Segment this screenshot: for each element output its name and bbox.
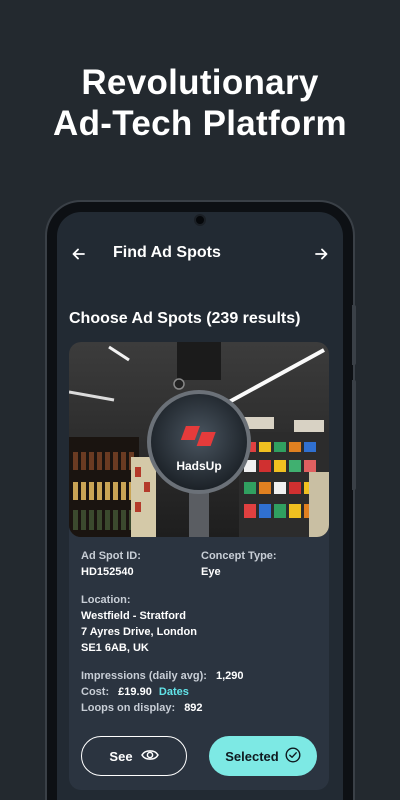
loops-label: Loops on display: bbox=[81, 702, 176, 714]
cost-value: £19.90 bbox=[118, 686, 152, 698]
arrow-right-icon[interactable] bbox=[307, 240, 335, 268]
location-label: Location: bbox=[81, 594, 131, 606]
selected-button-label: Selected bbox=[225, 748, 279, 764]
promo-headline-line1: Revolutionary bbox=[81, 63, 319, 102]
page-title: Find Ad Spots bbox=[113, 244, 221, 261]
promo-headline: Revolutionary Ad-Tech Platform bbox=[0, 62, 400, 144]
see-button[interactable]: See bbox=[81, 736, 187, 776]
front-camera bbox=[194, 214, 206, 226]
stats-block: Impressions (daily avg): 1,290 Cost: £19… bbox=[81, 668, 244, 716]
impressions-value: 1,290 bbox=[216, 670, 244, 682]
location-line3: SE1 6AB, UK bbox=[81, 642, 149, 654]
ad-spot-photo[interactable]: HadsUp bbox=[69, 342, 329, 537]
see-button-label: See bbox=[109, 748, 133, 764]
app-bar: Find Ad Spots bbox=[57, 238, 343, 270]
concept-type-block: Concept Type: Eye bbox=[201, 548, 277, 580]
location-line1: Westfield - Stratford bbox=[81, 610, 186, 622]
arrow-left-icon[interactable] bbox=[65, 240, 93, 268]
ad-spot-id-value: HD152540 bbox=[81, 566, 134, 578]
dates-link[interactable]: Dates bbox=[159, 686, 189, 698]
ad-spot-id-label: Ad Spot ID: bbox=[81, 550, 141, 562]
impressions-label: Impressions (daily avg): bbox=[81, 670, 207, 682]
cost-label: Cost: bbox=[81, 686, 110, 698]
selected-button[interactable]: Selected bbox=[209, 736, 317, 776]
eye-icon bbox=[140, 748, 159, 765]
ad-spot-id-block: Ad Spot ID: HD152540 bbox=[81, 548, 141, 580]
concept-type-label: Concept Type: bbox=[201, 550, 277, 562]
hadsup-logo-text: HadsUp bbox=[176, 459, 221, 473]
location-line2: 7 Ayres Drive, London bbox=[81, 626, 197, 638]
check-circle-icon bbox=[285, 746, 301, 766]
concept-type-value: Eye bbox=[201, 566, 221, 578]
phone-power-button bbox=[352, 380, 356, 490]
phone-volume-button bbox=[352, 305, 356, 365]
promo-headline-line2: Ad-Tech Platform bbox=[53, 104, 347, 143]
loops-value: 892 bbox=[184, 702, 203, 714]
results-heading: Choose Ad Spots (239 results) bbox=[69, 310, 301, 327]
ad-spot-card: HadsUp Ad Spot ID: HD152540 Concept Type… bbox=[69, 342, 329, 790]
location-block: Location: Westfield - Stratford 7 Ayres … bbox=[81, 592, 197, 656]
app-screen: Find Ad Spots Choose Ad Spots (239 resul… bbox=[57, 212, 343, 800]
